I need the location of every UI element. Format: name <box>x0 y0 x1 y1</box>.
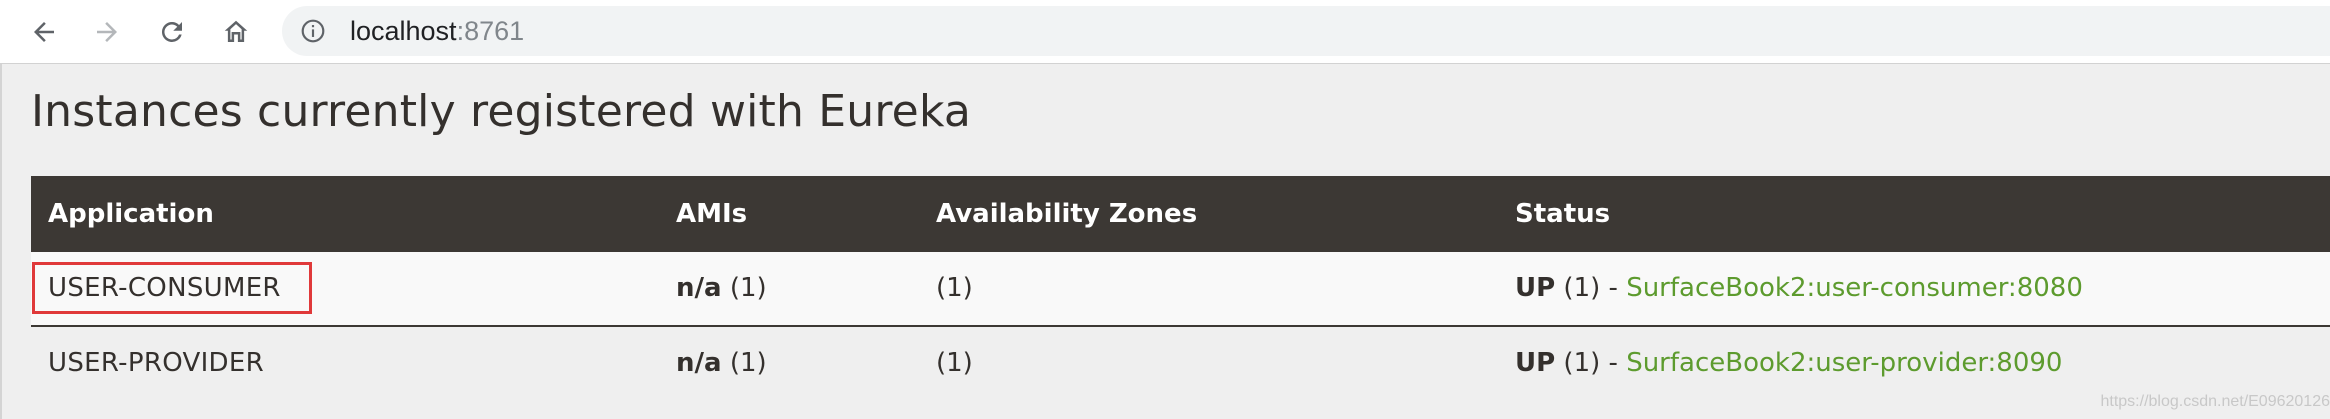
url-host: localhost <box>350 16 457 46</box>
reload-button[interactable] <box>148 8 196 56</box>
forward-button[interactable] <box>83 8 131 56</box>
browser-toolbar: localhost:8761 <box>0 0 2330 64</box>
table-row: USER-PROVIDER n/a (1) (1) UP (1) - Surfa… <box>31 327 2330 400</box>
url-text[interactable]: localhost:8761 <box>350 6 524 56</box>
arrow-right-icon <box>97 22 117 42</box>
ami-count: (1) <box>721 273 767 303</box>
application-name: USER-PROVIDER <box>48 348 264 378</box>
page-title: Instances currently registered with Eure… <box>31 86 972 137</box>
instance-link[interactable]: SurfaceBook2:user-consumer:8080 <box>1626 273 2083 303</box>
reload-icon <box>161 21 182 42</box>
home-button[interactable] <box>212 8 260 56</box>
status-count: (1) - <box>1555 348 1627 378</box>
instance-link[interactable]: SurfaceBook2:user-provider:8090 <box>1626 348 2062 378</box>
url-port: :8761 <box>456 16 525 46</box>
status-cell: UP (1) - SurfaceBook2:user-consumer:8080 <box>1515 252 2083 325</box>
status-label: UP <box>1515 273 1556 303</box>
watermark: https://blog.csdn.net/E09620126 <box>2100 393 2330 410</box>
column-header-status: Status <box>1515 199 1611 229</box>
home-icon <box>224 20 248 42</box>
status-cell: UP (1) - SurfaceBook2:user-provider:8090 <box>1515 327 2062 400</box>
instances-table: Application AMIs Availability Zones Stat… <box>31 176 2330 400</box>
zones-cell: (1) <box>936 273 973 303</box>
column-header-amis: AMIs <box>676 199 748 229</box>
ami-cell: n/a (1) <box>676 327 767 400</box>
arrow-left-icon <box>34 22 54 42</box>
status-count: (1) - <box>1555 273 1627 303</box>
ami-label: n/a <box>676 273 722 303</box>
status-label: UP <box>1515 348 1556 378</box>
application-name: USER-CONSUMER <box>48 273 281 303</box>
ami-count: (1) <box>721 348 767 378</box>
page-border <box>0 64 2 419</box>
page-content: Instances currently registered with Eure… <box>0 64 2330 419</box>
zones-cell: (1) <box>936 348 973 378</box>
ami-cell: n/a (1) <box>676 252 767 325</box>
table-header: Application AMIs Availability Zones Stat… <box>31 176 2330 252</box>
back-button[interactable] <box>20 8 68 56</box>
table-row: USER-CONSUMER n/a (1) (1) UP (1) - Surfa… <box>31 252 2330 327</box>
column-header-zones: Availability Zones <box>936 199 1198 229</box>
column-header-application: Application <box>48 199 214 229</box>
address-bar[interactable]: localhost:8761 <box>282 6 2330 56</box>
ami-label: n/a <box>676 348 722 378</box>
info-icon[interactable] <box>300 18 326 44</box>
